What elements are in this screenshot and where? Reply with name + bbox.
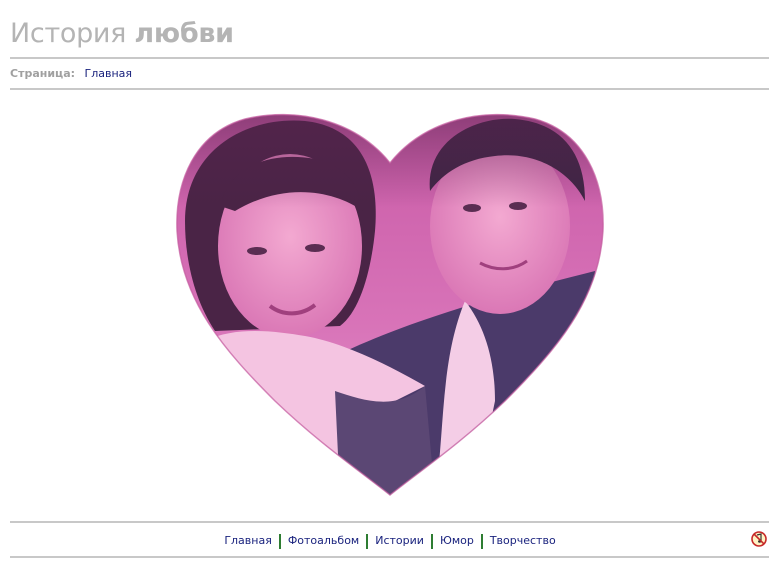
footer-separator xyxy=(366,533,369,549)
breadcrumb-label: Страница: xyxy=(10,67,76,80)
heart-photo xyxy=(175,111,605,497)
footer-link-creativity[interactable]: Творчество xyxy=(490,534,556,547)
footer-link-stories[interactable]: Истории xyxy=(375,534,424,547)
footer-link-home[interactable]: Главная xyxy=(224,534,272,547)
footer-top-divider xyxy=(10,521,769,523)
breadcrumb: Страница: Главная xyxy=(10,67,132,81)
header-divider xyxy=(10,57,769,59)
footer-bottom-divider xyxy=(10,556,769,558)
site-title-light: История xyxy=(10,18,127,49)
footer-separator xyxy=(430,533,433,549)
footer-link-humor[interactable]: Юмор xyxy=(440,534,474,547)
heart-photo-svg xyxy=(176,113,604,496)
site-title-bold: любви xyxy=(134,18,234,49)
site-title: История любви xyxy=(10,14,234,54)
no-music-icon[interactable] xyxy=(751,531,767,547)
footer-nav: Главная Фотоальбом Истории Юмор Творчество xyxy=(0,532,780,550)
breadcrumb-link-home[interactable]: Главная xyxy=(85,67,133,80)
footer-separator xyxy=(278,533,281,549)
page: История любви Страница: Главная Главная … xyxy=(0,0,780,580)
footer-link-photoalbum[interactable]: Фотоальбом xyxy=(288,534,359,547)
footer-separator xyxy=(480,533,483,549)
no-music-icon-svg xyxy=(751,531,767,547)
breadcrumb-divider xyxy=(10,88,769,90)
